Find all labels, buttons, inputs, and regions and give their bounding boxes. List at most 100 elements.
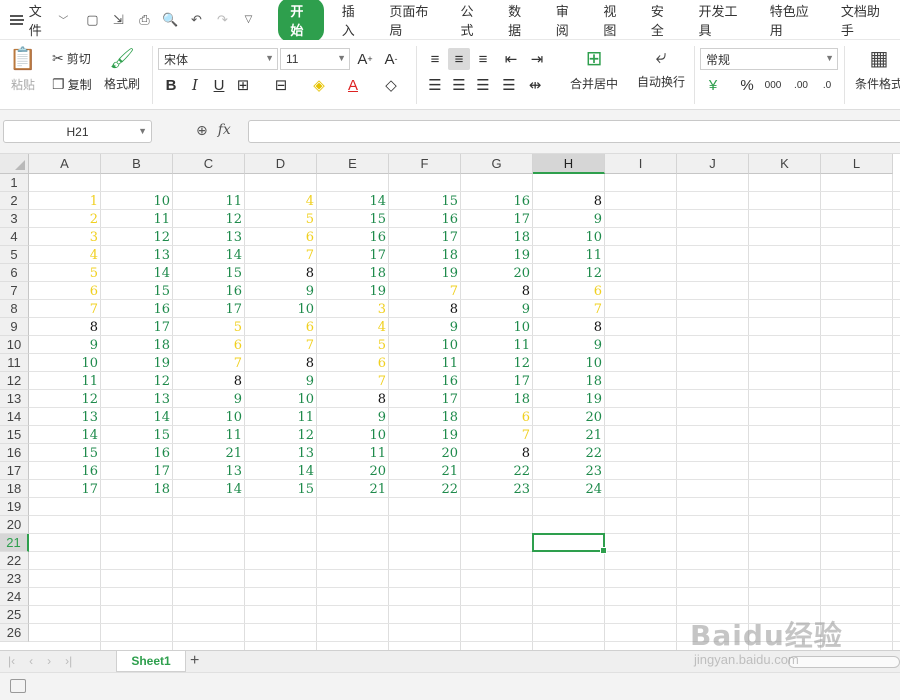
cell-b15[interactable]: 15 <box>101 426 173 444</box>
currency-icon[interactable]: ¥ <box>702 74 724 96</box>
cell-d11[interactable]: 8 <box>245 354 317 372</box>
cell-d2[interactable]: 4 <box>245 192 317 210</box>
cell-a8[interactable]: 7 <box>29 300 101 318</box>
font-name-select[interactable]: 宋体 ▼ <box>158 48 278 70</box>
cell-b11[interactable]: 19 <box>101 354 173 372</box>
cell-c4[interactable]: 13 <box>173 228 245 246</box>
thousands-separator-icon[interactable]: 000 <box>762 74 784 96</box>
row-header-17[interactable]: 17 <box>0 462 29 480</box>
cell-d13[interactable]: 10 <box>245 390 317 408</box>
row-header-18[interactable]: 18 <box>0 480 29 498</box>
next-sheet-icon[interactable]: › <box>47 654 51 668</box>
cell-g4[interactable]: 18 <box>461 228 533 246</box>
cell-c12[interactable]: 8 <box>173 372 245 390</box>
column-header-c[interactable]: C <box>173 154 245 174</box>
cell-h7[interactable]: 6 <box>533 282 605 300</box>
percent-icon[interactable]: % <box>736 74 758 96</box>
column-header-j[interactable]: J <box>677 154 749 174</box>
row-header-19[interactable]: 19 <box>0 498 29 516</box>
distributed-icon[interactable]: ⇹ <box>524 74 546 96</box>
row-header-22[interactable]: 22 <box>0 552 29 570</box>
cell-e14[interactable]: 9 <box>317 408 389 426</box>
cell-a3[interactable]: 2 <box>29 210 101 228</box>
cell-b10[interactable]: 18 <box>101 336 173 354</box>
cell-d12[interactable]: 9 <box>245 372 317 390</box>
cell-e17[interactable]: 20 <box>317 462 389 480</box>
row-header-5[interactable]: 5 <box>0 246 29 264</box>
row-header-26[interactable]: 26 <box>0 624 29 642</box>
cell-f13[interactable]: 17 <box>389 390 461 408</box>
cell-h15[interactable]: 21 <box>533 426 605 444</box>
cell-d15[interactable]: 12 <box>245 426 317 444</box>
cell-a14[interactable]: 13 <box>29 408 101 426</box>
cell-h18[interactable]: 24 <box>533 480 605 498</box>
sheet-tab-sheet1[interactable]: Sheet1 <box>116 651 186 672</box>
border-icon[interactable]: ⊞ <box>232 74 254 96</box>
tab-home[interactable]: 开始 <box>278 0 324 42</box>
spreadsheet-grid[interactable]: A B C D E F G H I J K L 1 2 3 4 5 6 7 8 9 10 11 12 13 14 15 16 17 18 1… <box>0 154 900 650</box>
cell-a6[interactable]: 5 <box>29 264 101 282</box>
row-header-14[interactable]: 14 <box>0 408 29 426</box>
cell-h9[interactable]: 8 <box>533 318 605 336</box>
cell-f18[interactable]: 22 <box>389 480 461 498</box>
cell-e7[interactable]: 19 <box>317 282 389 300</box>
cell-h4[interactable]: 10 <box>533 228 605 246</box>
cell-c17[interactable]: 13 <box>173 462 245 480</box>
cell-d8[interactable]: 10 <box>245 300 317 318</box>
cell-c5[interactable]: 14 <box>173 246 245 264</box>
cell-c6[interactable]: 15 <box>173 264 245 282</box>
zoom-icon[interactable]: ⊕ <box>196 122 208 139</box>
row-header-11[interactable]: 11 <box>0 354 29 372</box>
cell-a15[interactable]: 14 <box>29 426 101 444</box>
cell-h16[interactable]: 22 <box>533 444 605 462</box>
cell-b13[interactable]: 13 <box>101 390 173 408</box>
cell-f7[interactable]: 7 <box>389 282 461 300</box>
cell-b3[interactable]: 11 <box>101 210 173 228</box>
cell-e15[interactable]: 10 <box>317 426 389 444</box>
decrease-indent-icon[interactable]: ⇤ <box>500 48 522 70</box>
cell-d5[interactable]: 7 <box>245 246 317 264</box>
cell-f4[interactable]: 17 <box>389 228 461 246</box>
cell-d3[interactable]: 5 <box>245 210 317 228</box>
tab-doc-assistant[interactable]: 文档助手 <box>829 0 900 40</box>
cell-b12[interactable]: 12 <box>101 372 173 390</box>
cell-c2[interactable]: 11 <box>173 192 245 210</box>
cell-a9[interactable]: 8 <box>29 318 101 336</box>
redo-icon[interactable]: ↷ <box>212 10 232 30</box>
insert-function-icon[interactable]: fx <box>218 122 231 139</box>
cell-b18[interactable]: 18 <box>101 480 173 498</box>
cell-e18[interactable]: 21 <box>317 480 389 498</box>
cell-e16[interactable]: 11 <box>317 444 389 462</box>
row-header-6[interactable]: 6 <box>0 264 29 282</box>
underline-icon[interactable]: U <box>208 74 230 96</box>
cell-g5[interactable]: 19 <box>461 246 533 264</box>
row-header-24[interactable]: 24 <box>0 588 29 606</box>
cell-c16[interactable]: 21 <box>173 444 245 462</box>
column-header-f[interactable]: F <box>389 154 461 174</box>
cell-b16[interactable]: 16 <box>101 444 173 462</box>
cell-f3[interactable]: 16 <box>389 210 461 228</box>
tab-special[interactable]: 特色应用 <box>758 0 829 40</box>
cell-e12[interactable]: 7 <box>317 372 389 390</box>
cell-f8[interactable]: 8 <box>389 300 461 318</box>
save-icon[interactable]: ▢ <box>82 10 102 30</box>
tab-view[interactable]: 视图 <box>591 0 639 40</box>
cell-b14[interactable]: 14 <box>101 408 173 426</box>
font-size-select[interactable]: 11 ▼ <box>280 48 350 70</box>
cell-b17[interactable]: 17 <box>101 462 173 480</box>
cell-a16[interactable]: 15 <box>29 444 101 462</box>
column-header-e[interactable]: E <box>317 154 389 174</box>
row-header-12[interactable]: 12 <box>0 372 29 390</box>
cell-f2[interactable]: 15 <box>389 192 461 210</box>
customize-icon[interactable]: ▽ <box>238 10 258 30</box>
column-header-g[interactable]: G <box>461 154 533 174</box>
row-header-23[interactable]: 23 <box>0 570 29 588</box>
cell-f15[interactable]: 19 <box>389 426 461 444</box>
row-header-16[interactable]: 16 <box>0 444 29 462</box>
cell-g7[interactable]: 8 <box>461 282 533 300</box>
cell-b5[interactable]: 13 <box>101 246 173 264</box>
cell-b7[interactable]: 15 <box>101 282 173 300</box>
cell-h8[interactable]: 7 <box>533 300 605 318</box>
cell-g9[interactable]: 10 <box>461 318 533 336</box>
align-right-icon[interactable]: ☰ <box>472 74 494 96</box>
